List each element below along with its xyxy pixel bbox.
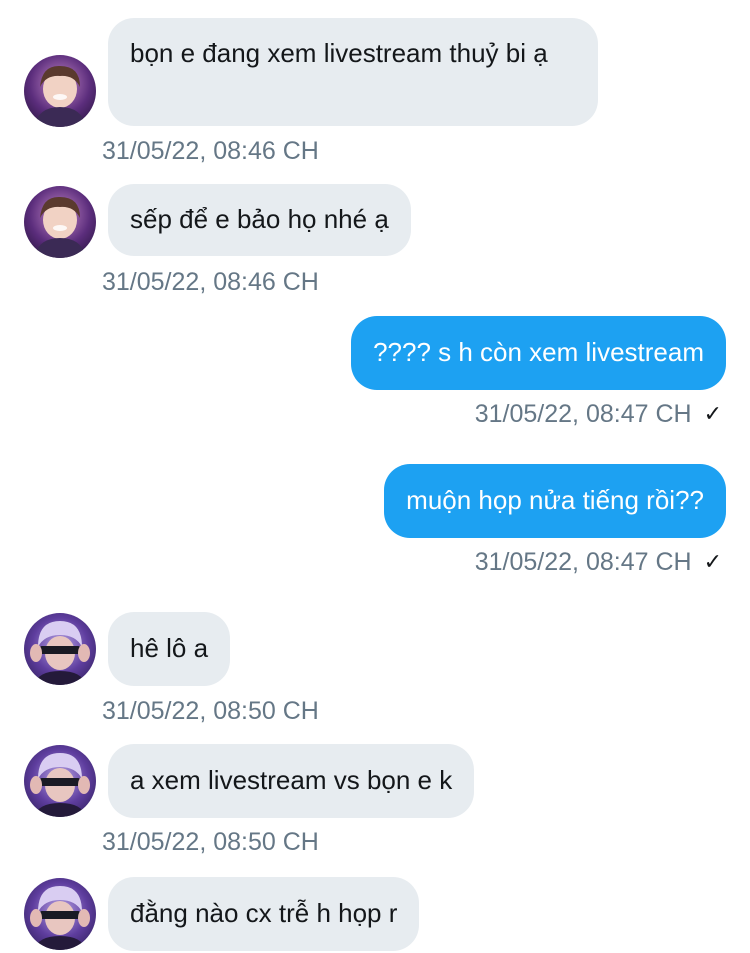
message-timestamp: 31/05/22, 08:47 CH ✓ xyxy=(475,399,722,429)
message-bubble[interactable]: hê lô a xyxy=(108,612,231,686)
avatar-user-1-icon xyxy=(24,186,96,258)
message-text: muộn họp nửa tiếng rồi?? xyxy=(406,485,704,515)
avatar[interactable] xyxy=(24,186,96,258)
message-timestamp: 31/05/22, 08:47 CH ✓ xyxy=(475,547,722,577)
avatar-user-1-icon xyxy=(24,55,96,127)
message-timestamp: 31/05/22, 08:50 CH xyxy=(102,828,319,856)
message-timestamp: 31/05/22, 08:50 CH xyxy=(102,697,319,725)
avatar-user-2-icon xyxy=(24,878,96,950)
timestamp-text: 31/05/22, 08:47 CH xyxy=(474,548,692,576)
message-bubble[interactable]: muộn họp nửa tiếng rồi?? xyxy=(384,464,726,538)
message-timestamp: 31/05/22, 08:46 CH xyxy=(102,137,319,165)
message-text: sếp để e bảo họ nhé ạ xyxy=(130,204,389,234)
avatar[interactable] xyxy=(24,745,96,817)
timestamp-text: 31/05/22, 08:47 CH xyxy=(474,400,692,428)
message-timestamp: 31/05/22, 08:46 CH xyxy=(102,268,319,296)
message-bubble[interactable]: ???? s h còn xem livestream xyxy=(351,316,726,390)
message-bubble[interactable]: đằng nào cx trễ h họp r xyxy=(108,877,420,951)
message-bubble[interactable]: bọn e đang xem livestream thuỷ bi ạ xyxy=(108,18,598,126)
avatar-user-2-icon xyxy=(24,613,96,685)
message-bubble[interactable]: a xem livestream vs bọn e k xyxy=(108,744,475,818)
avatar-user-2-icon xyxy=(24,745,96,817)
checkmark-icon: ✓ xyxy=(703,549,722,574)
message-text: đằng nào cx trễ h họp r xyxy=(130,898,398,928)
message-text: ???? s h còn xem livestream xyxy=(373,337,704,367)
message-text: a xem livestream vs bọn e k xyxy=(130,765,453,795)
checkmark-icon: ✓ xyxy=(703,401,722,426)
message-text: bọn e đang xem livestream thuỷ bi ạ xyxy=(130,38,548,68)
message-text: hê lô a xyxy=(130,633,209,663)
avatar[interactable] xyxy=(24,613,96,685)
message-bubble[interactable]: sếp để e bảo họ nhé ạ xyxy=(108,184,411,256)
avatar[interactable] xyxy=(24,55,96,127)
avatar[interactable] xyxy=(24,878,96,950)
